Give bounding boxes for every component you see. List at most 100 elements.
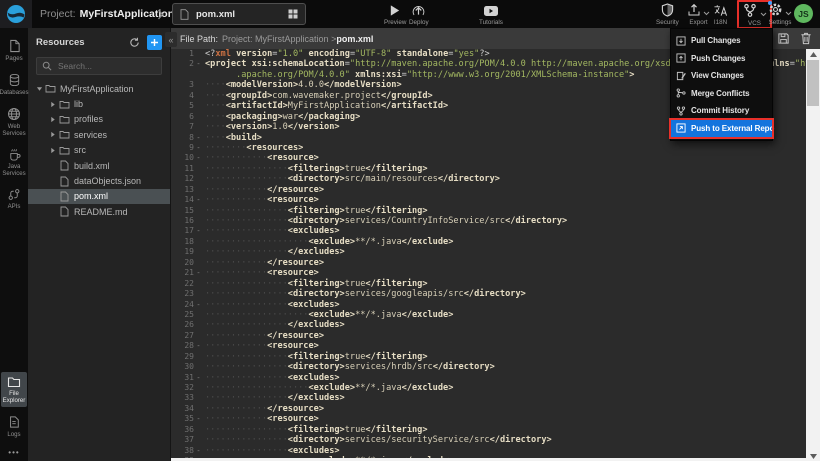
security-button[interactable]: Security (656, 2, 679, 26)
tab-file-name: pom.xml (196, 9, 235, 20)
push-icon (676, 53, 686, 63)
fold-marker[interactable]: - (194, 153, 203, 163)
fold-gutter (194, 404, 203, 414)
open-file-tab[interactable]: pom.xml (172, 3, 306, 25)
tutorials-button[interactable]: Tutorials (479, 2, 503, 26)
fold-marker[interactable]: - (194, 414, 203, 424)
code-text: ················</excludes> (203, 320, 345, 330)
databases-icon (8, 73, 21, 87)
line-number: 7 (170, 122, 194, 132)
code-line: 10-············<resource> (170, 153, 806, 163)
export-button[interactable]: Export (687, 2, 710, 26)
add-resource-button[interactable] (147, 35, 162, 50)
deploy-button[interactable]: Deploy (409, 2, 429, 26)
menu-item-commit-history[interactable]: Commit History (671, 102, 772, 120)
code-text: ············<resource> (203, 268, 319, 278)
menu-item-push-changes[interactable]: Push Changes (671, 50, 772, 68)
more-options-button[interactable]: ••• (0, 444, 28, 459)
fold-marker[interactable]: - (194, 226, 203, 236)
sidebar-item-file-explorer[interactable]: File Explorer (1, 372, 27, 407)
fold-marker[interactable]: - (194, 446, 203, 456)
code-text: ····<modelVersion>4.0.0</modelVersion> (203, 80, 402, 90)
scroll-down-arrow[interactable] (806, 451, 820, 461)
code-line: 32····················<exclude>**/*.java… (170, 383, 806, 393)
tree-item-pom.xml[interactable]: pom.xml (28, 189, 170, 204)
code-text: ················</excludes> (203, 247, 345, 257)
tree-item-label: dataObjects.json (74, 176, 141, 186)
file-explorer-icon (7, 376, 21, 388)
resources-title: Resources (36, 37, 129, 48)
sidebar-item-label: Java Services (1, 163, 27, 177)
file-path-label: File Path: (180, 34, 218, 44)
tree-collapse-arrow[interactable] (34, 86, 44, 92)
code-text: <?xml version="1.0" encoding="UTF-8" sta… (203, 49, 490, 59)
menu-item-view-changes[interactable]: View Changes (671, 67, 772, 85)
code-line: 25····················<exclude>**/*.java… (170, 310, 806, 320)
fold-gutter (194, 185, 203, 195)
app-logo[interactable] (0, 0, 32, 28)
preview-button[interactable]: Preview (384, 2, 406, 26)
search-icon (42, 61, 52, 71)
tree-item-myfirstapplication[interactable]: MyFirstApplication (28, 81, 170, 96)
sidebar-item-logs[interactable]: Logs (1, 411, 27, 441)
tree-expand-arrow[interactable] (48, 116, 58, 123)
fold-marker[interactable]: - (194, 143, 203, 153)
tree-expand-arrow[interactable] (48, 101, 58, 108)
fold-gutter (194, 70, 203, 80)
apis-icon (7, 188, 21, 201)
tree-item-profiles[interactable]: profiles (28, 112, 170, 127)
vcs-button[interactable]: VCS (737, 0, 772, 29)
i18n-button[interactable]: I18N (713, 2, 728, 26)
fold-marker[interactable]: - (194, 300, 203, 310)
user-avatar[interactable]: JS (794, 4, 813, 23)
tree-expand-arrow[interactable] (48, 131, 58, 138)
tree-expand-arrow[interactable] (48, 147, 58, 154)
code-line: 18····················<exclude>**/*.java… (170, 237, 806, 247)
settings-button[interactable]: Settings (768, 2, 792, 26)
tree-item-build.xml[interactable]: build.xml (28, 158, 170, 173)
search-input[interactable] (56, 60, 156, 72)
menu-item-push-to-external-repo[interactable]: Push to External Repo (671, 120, 772, 138)
code-line: 35-············<resource> (170, 414, 806, 424)
fold-gutter (194, 206, 203, 216)
trash-icon[interactable] (800, 32, 812, 45)
save-icon[interactable] (777, 32, 790, 45)
menu-item-merge-conflicts[interactable]: Merge Conflicts (671, 85, 772, 103)
sidebar-item-java-services[interactable]: Java Services (1, 144, 27, 180)
fold-marker[interactable]: - (194, 133, 203, 143)
line-number: 22 (170, 279, 194, 289)
fold-gutter (194, 122, 203, 132)
fold-marker[interactable]: - (194, 59, 203, 69)
collapse-panel-button[interactable]: « (165, 32, 177, 47)
code-line: 20············</resource> (170, 258, 806, 268)
tree-item-services[interactable]: services (28, 127, 170, 142)
vertical-scrollbar[interactable] (806, 49, 820, 461)
tree-item-readme.md[interactable]: README.md (28, 204, 170, 219)
fold-gutter (194, 383, 203, 393)
line-number: 15 (170, 206, 194, 216)
tree-item-src[interactable]: src (28, 143, 170, 158)
wavemaker-logo-icon (6, 4, 26, 24)
sidebar-item-databases[interactable]: Databases (1, 69, 27, 99)
menu-item-pull-changes[interactable]: Pull Changes (671, 32, 772, 50)
code-line: 34············</resource> (170, 404, 806, 414)
refresh-icon[interactable] (129, 37, 140, 48)
tab-grid-icon[interactable] (288, 9, 298, 19)
sidebar-item-web-services[interactable]: Web Services (1, 103, 27, 140)
tree-item-dataobjects.json[interactable]: dataObjects.json (28, 173, 170, 188)
scrollbar-thumb[interactable] (807, 60, 819, 106)
tree-item-lib[interactable]: lib (28, 96, 170, 111)
sidebar-item-pages[interactable]: Pages (1, 35, 27, 65)
fold-marker[interactable]: - (194, 341, 203, 351)
sidebar-item-apis[interactable]: APIs (1, 184, 27, 213)
security-icon (661, 3, 674, 17)
code-line: 27············</resource> (170, 331, 806, 341)
fold-gutter (194, 435, 203, 445)
fold-marker[interactable]: - (194, 268, 203, 278)
file-tree: MyFirstApplicationlibprofilesservicessrc… (28, 81, 170, 220)
fold-marker[interactable]: - (194, 195, 203, 205)
code-text: ····<build> (203, 133, 262, 143)
fold-marker[interactable]: - (194, 373, 203, 383)
scroll-up-arrow[interactable] (806, 49, 820, 59)
code-text: ················<directory>services/secu… (203, 435, 552, 445)
